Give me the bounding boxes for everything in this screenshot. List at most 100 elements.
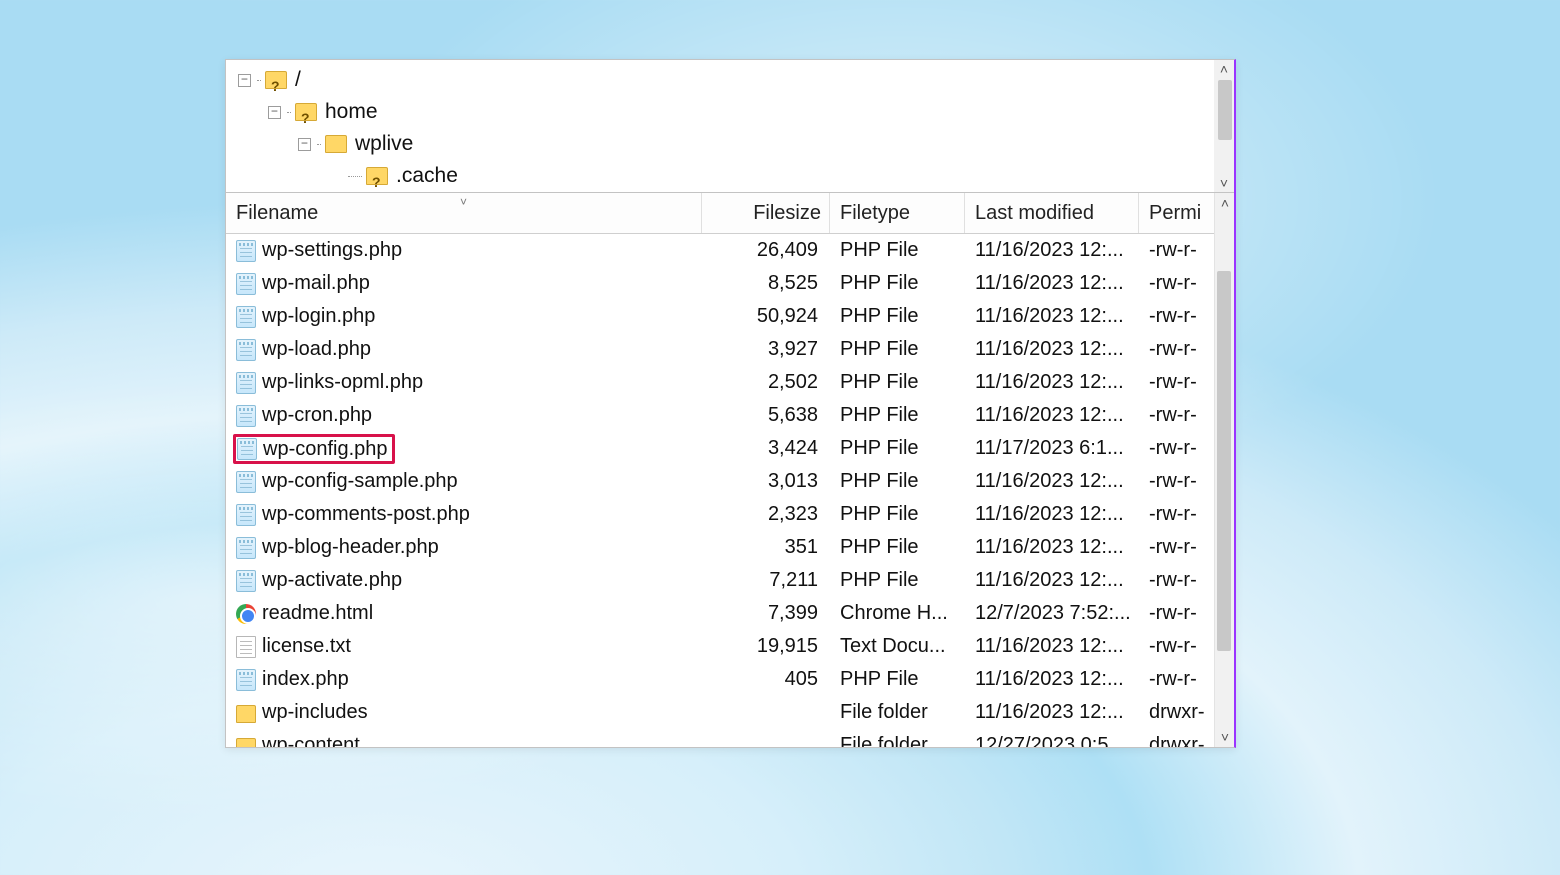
file-row[interactable]: wp-settings.php26,409PHP File11/16/2023 … <box>226 234 1214 267</box>
file-last-modified: 11/16/2023 12:... <box>965 239 1139 262</box>
folder-file-icon <box>236 705 256 723</box>
file-type: PHP File <box>830 404 965 427</box>
file-row[interactable]: wp-cron.php5,638PHP File11/16/2023 12:..… <box>226 399 1214 432</box>
file-row[interactable]: wp-contentFile folder12/27/2023 0:5...dr… <box>226 729 1214 747</box>
file-row[interactable]: wp-config.php3,424PHP File11/17/2023 6:1… <box>226 432 1214 465</box>
file-row[interactable]: wp-comments-post.php2,323PHP File11/16/2… <box>226 498 1214 531</box>
header-label: Last modified <box>975 202 1094 225</box>
scroll-thumb[interactable] <box>1217 271 1231 651</box>
file-row[interactable]: readme.html 7,399Chrome H...12/7/2023 7:5… <box>226 597 1214 630</box>
notepad-file-icon <box>236 570 256 592</box>
highlight-annotation: wp-config.php <box>233 434 395 464</box>
file-type: PHP File <box>830 239 965 262</box>
file-name: index.php <box>262 668 349 691</box>
file-type: PHP File <box>830 338 965 361</box>
file-name: wp-login.php <box>262 305 375 328</box>
file-name: wp-comments-post.php <box>262 503 470 526</box>
file-name: readme.html <box>262 602 373 625</box>
header-last-modified[interactable]: Last modified <box>965 193 1139 233</box>
file-name: wp-settings.php <box>262 239 402 262</box>
file-type: PHP File <box>830 437 965 460</box>
tree-label: home <box>325 96 378 128</box>
file-type: PHP File <box>830 503 965 526</box>
header-permissions[interactable]: Permi <box>1139 193 1205 233</box>
file-row[interactable]: wp-links-opml.php2,502PHP File11/16/2023… <box>226 366 1214 399</box>
tree-node-home[interactable]: − home <box>268 96 1228 128</box>
file-row[interactable]: wp-config-sample.php3,013PHP File11/16/2… <box>226 465 1214 498</box>
file-size: 3,927 <box>702 338 830 361</box>
file-last-modified: 11/16/2023 12:... <box>965 569 1139 592</box>
notepad-file-icon <box>236 471 256 493</box>
file-row[interactable]: wp-load.php 3,927PHP File11/16/2023 12:..… <box>226 333 1214 366</box>
file-type: PHP File <box>830 668 965 691</box>
tree-node-wplive[interactable]: − wplive <box>298 128 1228 160</box>
scroll-thumb[interactable] <box>1218 80 1232 140</box>
file-last-modified: 11/16/2023 12:... <box>965 668 1139 691</box>
notepad-file-icon <box>236 405 256 427</box>
file-type: PHP File <box>830 569 965 592</box>
file-permissions: -rw-r- <box>1139 305 1205 328</box>
file-last-modified: 11/16/2023 12:... <box>965 371 1139 394</box>
scroll-up-icon[interactable]: ˄ <box>1216 194 1234 212</box>
file-size: 7,399 <box>702 602 830 625</box>
file-name: wp-config-sample.php <box>262 470 458 493</box>
remote-tree-pane[interactable]: − / − home − wplive .cache <box>226 60 1234 193</box>
remote-file-list: Filename ˅ Filesize Filetype Last modifi… <box>226 193 1234 747</box>
file-last-modified: 11/16/2023 12:... <box>965 701 1139 724</box>
file-row[interactable]: index.php 405PHP File11/16/2023 12:...-rw… <box>226 663 1214 696</box>
file-row[interactable]: wp-login.php50,924PHP File11/16/2023 12:… <box>226 300 1214 333</box>
tree-scrollbar[interactable]: ˄ ˅ <box>1214 60 1234 192</box>
file-type: PHP File <box>830 470 965 493</box>
collapse-toggle-icon[interactable]: − <box>238 74 251 87</box>
header-label: Filetype <box>840 202 910 225</box>
file-size: 7,211 <box>702 569 830 592</box>
file-type: PHP File <box>830 305 965 328</box>
file-row[interactable]: wp-includesFile folder11/16/2023 12:...d… <box>226 696 1214 729</box>
file-row[interactable]: wp-activate.php 7,211PHP File11/16/2023 1… <box>226 564 1214 597</box>
file-permissions: -rw-r- <box>1139 635 1205 658</box>
tree-label: .cache <box>396 160 458 192</box>
file-row[interactable]: wp-blog-header.php351PHP File11/16/2023 … <box>226 531 1214 564</box>
file-type: PHP File <box>830 272 965 295</box>
file-last-modified: 12/27/2023 0:5... <box>965 734 1139 747</box>
file-last-modified: 11/16/2023 12:... <box>965 338 1139 361</box>
file-permissions: -rw-r- <box>1139 437 1205 460</box>
file-name: wp-content <box>262 734 360 747</box>
file-permissions: -rw-r- <box>1139 536 1205 559</box>
header-filename[interactable]: Filename ˅ <box>226 193 702 233</box>
chrome-file-icon <box>236 604 256 624</box>
tree-node-root[interactable]: − / <box>238 64 1228 96</box>
file-type: PHP File <box>830 536 965 559</box>
scroll-down-icon[interactable]: ˅ <box>1215 174 1233 192</box>
notepad-file-icon <box>236 372 256 394</box>
scroll-down-icon[interactable]: ˅ <box>1216 728 1234 746</box>
list-scrollbar[interactable]: ˄ ˅ <box>1214 193 1234 747</box>
notepad-file-icon <box>236 537 256 559</box>
notepad-file-icon <box>236 504 256 526</box>
file-name: wp-blog-header.php <box>262 536 439 559</box>
file-last-modified: 12/7/2023 7:52:... <box>965 602 1139 625</box>
file-permissions: -rw-r- <box>1139 668 1205 691</box>
file-name: wp-activate.php <box>262 569 402 592</box>
header-filetype[interactable]: Filetype <box>830 193 965 233</box>
collapse-toggle-icon[interactable]: − <box>298 138 311 151</box>
file-size: 405 <box>702 668 830 691</box>
file-name: wp-load.php <box>262 338 371 361</box>
list-header: Filename ˅ Filesize Filetype Last modifi… <box>226 193 1234 234</box>
header-label: Filename <box>236 202 318 225</box>
header-filesize[interactable]: Filesize <box>702 193 830 233</box>
notepad-file-icon <box>236 339 256 361</box>
file-row[interactable]: wp-mail.php8,525PHP File11/16/2023 12:..… <box>226 267 1214 300</box>
file-size: 19,915 <box>702 635 830 658</box>
file-type: Text Docu... <box>830 635 965 658</box>
file-last-modified: 11/16/2023 12:... <box>965 536 1139 559</box>
file-type: Chrome H... <box>830 602 965 625</box>
collapse-toggle-icon[interactable]: − <box>268 106 281 119</box>
file-name: wp-links-opml.php <box>262 371 423 394</box>
file-row[interactable]: license.txt19,915Text Docu...11/16/2023 … <box>226 630 1214 663</box>
ftp-window: − / − home − wplive .cache <box>225 59 1236 748</box>
scroll-up-icon[interactable]: ˄ <box>1215 60 1233 78</box>
file-size: 8,525 <box>702 272 830 295</box>
file-permissions: -rw-r- <box>1139 239 1205 262</box>
tree-node-cache[interactable]: .cache <box>348 160 1228 192</box>
